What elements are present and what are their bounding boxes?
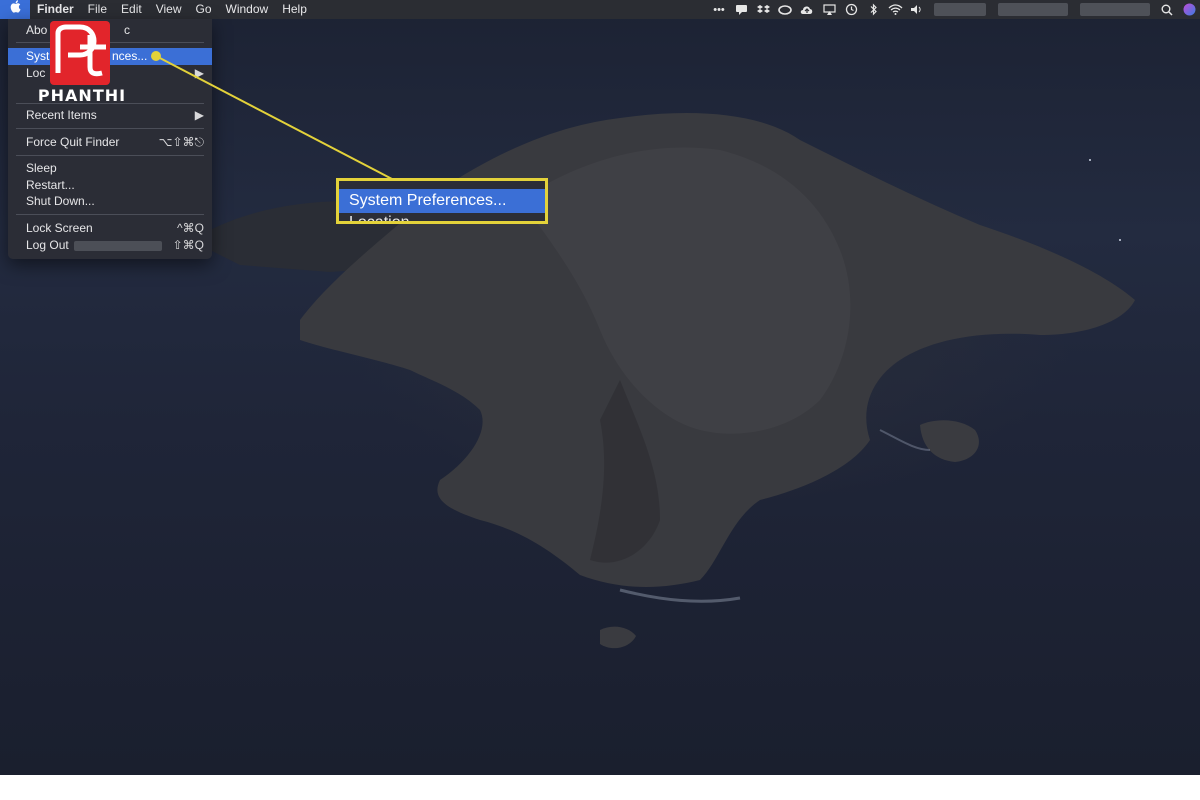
time-machine-icon[interactable] [840, 0, 862, 19]
more-dots-icon[interactable]: ••• [708, 0, 730, 19]
callout-location: Location [349, 214, 410, 224]
menu-file[interactable]: File [81, 0, 114, 19]
logo-mark [50, 21, 110, 85]
submenu-arrow-icon: ▶ [194, 108, 204, 122]
bottom-margin [0, 775, 1200, 800]
volume-icon[interactable] [906, 0, 928, 19]
battery-redacted [934, 3, 986, 16]
creative-cloud-icon[interactable] [774, 0, 796, 19]
menu-separator [16, 214, 204, 215]
menu-help[interactable]: Help [275, 0, 314, 19]
cloud-upload-icon[interactable] [796, 0, 818, 19]
status-area: ••• [708, 0, 1200, 19]
menu-separator [16, 128, 204, 129]
dropbox-icon[interactable] [752, 0, 774, 19]
callout-system-preferences: System Preferences... [339, 189, 545, 213]
menu-bar: Finder File Edit View Go Window Help ••• [0, 0, 1200, 19]
menu-item-recent-items[interactable]: Recent Items ▶ [8, 107, 212, 124]
menu-item-restart[interactable]: Restart... [8, 177, 212, 194]
user-redacted [1080, 3, 1150, 16]
submenu-arrow-icon: ▶ [194, 66, 204, 80]
menu-separator [16, 155, 204, 156]
logo-wordmark: PHANTHI [37, 86, 127, 105]
menu-item-force-quit[interactable]: Force Quit Finder ⌥⇧⌘⎋ [8, 134, 212, 151]
siri-icon[interactable] [1178, 0, 1200, 19]
message-icon[interactable] [730, 0, 752, 19]
menu-view[interactable]: View [149, 0, 189, 19]
username-redacted [74, 241, 162, 251]
menu-item-sleep[interactable]: Sleep [8, 160, 212, 177]
bluetooth-icon[interactable] [862, 0, 884, 19]
menu-edit[interactable]: Edit [114, 0, 149, 19]
wifi-icon[interactable] [884, 0, 906, 19]
zoom-callout: System Preferences... Location [336, 178, 548, 224]
clock-redacted [998, 3, 1068, 16]
menu-finder[interactable]: Finder [30, 0, 81, 19]
search-icon[interactable] [1156, 0, 1178, 19]
menu-item-log-out[interactable]: Log Out ⇧⌘Q [8, 237, 212, 254]
apple-icon [10, 0, 21, 19]
menu-go[interactable]: Go [189, 0, 219, 19]
menu-window[interactable]: Window [219, 0, 276, 19]
menu-item-shut-down[interactable]: Shut Down... [8, 193, 212, 210]
airplay-icon[interactable] [818, 0, 840, 19]
phanthi-logo: PHANTHI [32, 18, 132, 108]
menu-item-lock-screen[interactable]: Lock Screen ^⌘Q [8, 220, 212, 237]
apple-menu-button[interactable] [0, 0, 30, 19]
